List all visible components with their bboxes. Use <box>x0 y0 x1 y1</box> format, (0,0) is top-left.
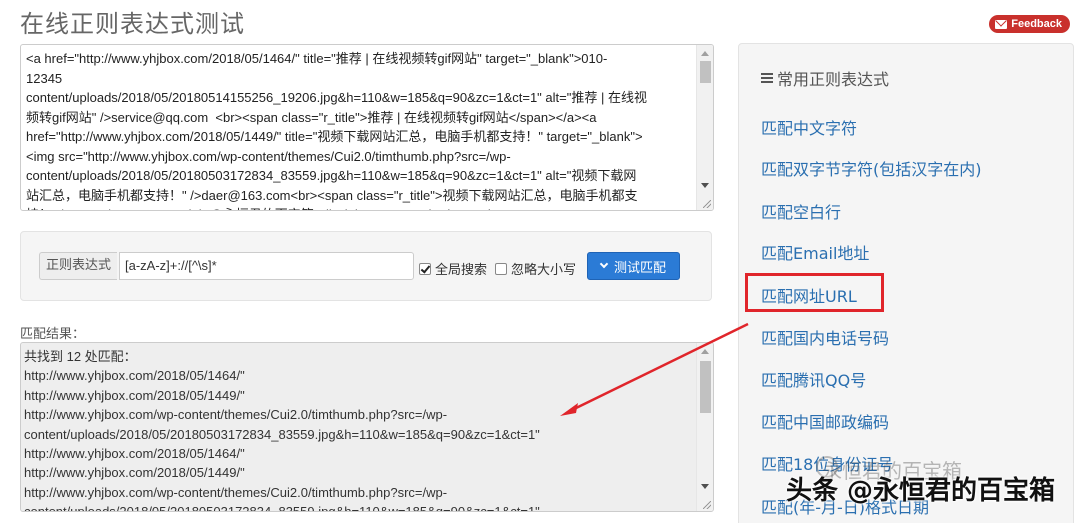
result-text-content: 共找到 12 处匹配： http://www.yhjbox.com/2018/05… <box>24 347 693 512</box>
source-text-area[interactable]: <a href="http://www.yhjbox.com/2018/05/1… <box>20 44 714 211</box>
feedback-label: Feedback <box>1011 18 1062 30</box>
result-line: http://www.yhjbox.com/2018/05/1464/" <box>24 368 245 384</box>
scroll-up-icon[interactable] <box>701 349 709 354</box>
regex-panel: 正则表达式 [a-zA-z]+://[^\s]* 全局搜索 忽略大小写 测试匹配 <box>20 231 712 301</box>
global-search-option[interactable]: 全局搜索 <box>419 259 487 278</box>
page: 在线正则表达式测试 Feedback <a href="http://www.y… <box>0 0 1080 523</box>
scroll-down-icon[interactable] <box>701 183 709 188</box>
sidebar-heading: 常用正则表达式 <box>761 66 889 90</box>
page-title: 在线正则表达式测试 <box>20 10 245 38</box>
ignore-case-option[interactable]: 忽略大小写 <box>495 259 576 278</box>
ignore-case-checkbox[interactable] <box>495 262 507 275</box>
result-scrollbar[interactable] <box>696 343 713 511</box>
source-scrollbar[interactable] <box>696 45 713 210</box>
result-line: http://www.yhjbox.com/2018/05/1449/" <box>24 387 245 403</box>
chevron-down-icon <box>599 259 609 269</box>
result-text-area[interactable]: 共找到 12 处匹配： http://www.yhjbox.com/2018/05… <box>20 342 714 512</box>
sidebar-item[interactable]: 匹配空白行 <box>761 199 841 223</box>
ignore-case-label: 忽略大小写 <box>511 263 577 278</box>
result-line: 共找到 12 处匹配： <box>24 349 137 364</box>
global-search-checkbox[interactable] <box>419 262 431 275</box>
result-line: content/uploads/2018/05/20180503172834_8… <box>24 426 540 442</box>
list-icon <box>761 73 773 83</box>
regex-label: 正则表达式 <box>39 252 118 280</box>
scroll-up-icon[interactable] <box>701 51 709 56</box>
result-line: content/uploads/2018/05/20180503172834_8… <box>24 504 540 512</box>
scroll-down-icon[interactable] <box>701 484 709 489</box>
result-line: http://www.yhjbox.com/wp-content/themes/… <box>24 407 448 423</box>
source-line: content/uploads/2018/05/20180514155256_1… <box>26 90 647 105</box>
sidebar-item[interactable]: 匹配中文字符 <box>761 115 857 139</box>
scroll-thumb[interactable] <box>700 61 711 83</box>
source-line: <a href="http://www.yhjbox.com/2018/05/1… <box>26 51 608 66</box>
global-search-label: 全局搜索 <box>435 263 488 278</box>
sidebar-item[interactable]: 匹配腾讯QQ号 <box>761 367 866 391</box>
regex-input[interactable]: [a-zA-z]+://[^\s]* <box>119 252 414 280</box>
test-match-button[interactable]: 测试匹配 <box>587 252 680 280</box>
sidebar-heading-text: 常用正则表达式 <box>777 70 890 89</box>
source-line: href="http://www.yhjbox.com/2018/05/1449… <box>26 129 643 144</box>
resize-handle-icon[interactable] <box>703 200 711 208</box>
highlight-box <box>745 273 884 312</box>
source-line: <img src="http://www.yhjbox.com/wp-conte… <box>26 148 511 164</box>
sidebar-item[interactable]: 匹配中国邮政编码 <box>761 409 889 433</box>
watermark: 头条 @永恒君的百宝箱 <box>786 476 1056 506</box>
resize-handle-icon[interactable] <box>703 501 711 509</box>
result-label: 匹配结果： <box>20 327 86 342</box>
source-line: content/uploads/2018/05/20180503172834_8… <box>26 168 637 183</box>
mail-icon <box>995 19 1008 29</box>
source-line: 频转gif网站" />service@qq.com <br><span clas… <box>26 109 597 125</box>
source-line: 站汇总，电脑手机都支持！" />daer@163.com<br><span cl… <box>26 187 638 203</box>
source-line: 持！</span></a> Copyright@永恒君的百宝箱 All Righ… <box>26 205 693 210</box>
source-text-content: <a href="http://www.yhjbox.com/2018/05/1… <box>26 49 693 210</box>
result-line: http://www.yhjbox.com/2018/05/1464/" <box>24 446 245 462</box>
feedback-button[interactable]: Feedback <box>989 15 1070 33</box>
sidebar-item[interactable]: 匹配国内电话号码 <box>761 325 889 349</box>
scroll-thumb[interactable] <box>700 361 711 413</box>
test-match-label: 测试匹配 <box>613 260 666 276</box>
source-line: 12345 <box>26 70 63 86</box>
result-line: http://www.yhjbox.com/wp-content/themes/… <box>24 484 448 500</box>
sidebar-item[interactable]: 匹配Email地址 <box>761 240 869 264</box>
result-line: http://www.yhjbox.com/2018/05/1449/" <box>24 465 245 481</box>
sidebar-item[interactable]: 匹配双字节字符(包括汉字在内) <box>761 156 982 180</box>
